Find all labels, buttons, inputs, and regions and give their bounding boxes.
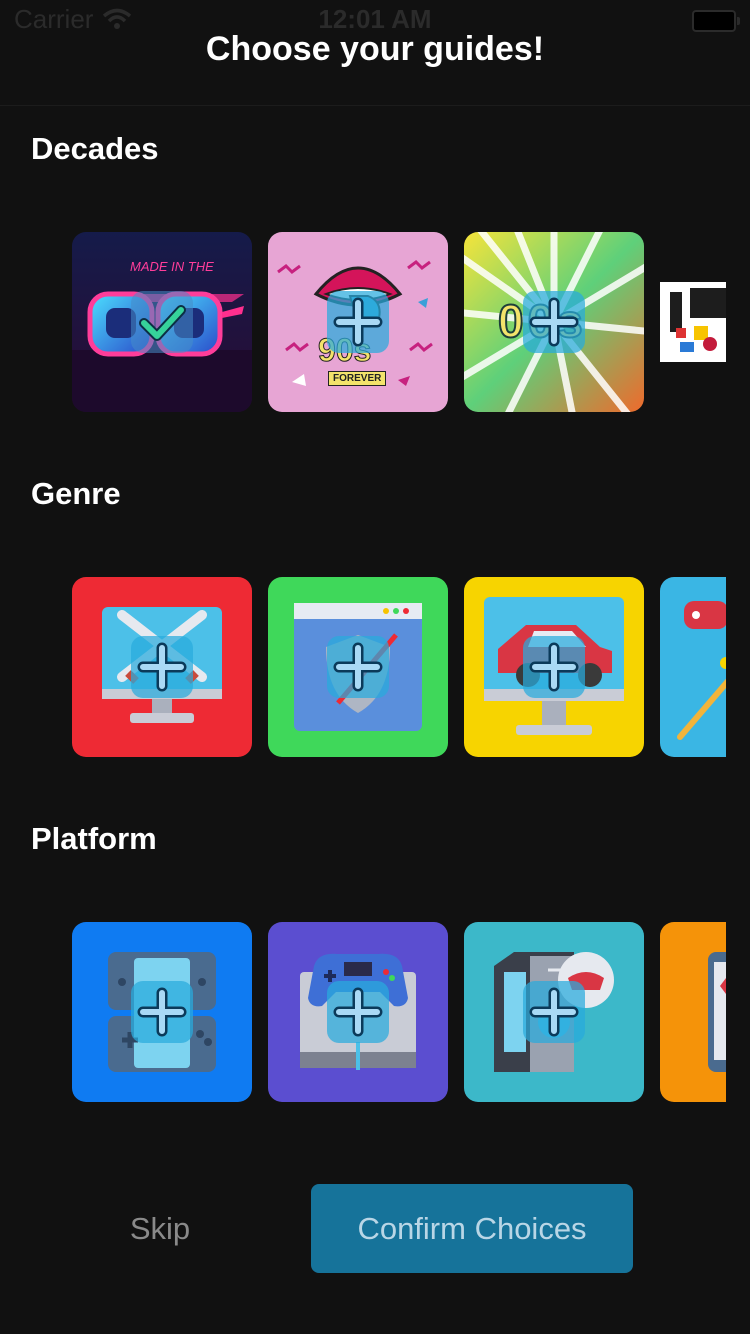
- header-divider: [0, 105, 750, 106]
- plus-icon: [529, 642, 579, 692]
- add-badge[interactable]: [523, 291, 585, 353]
- guide-card-racing[interactable]: [464, 577, 644, 757]
- plus-icon: [333, 642, 383, 692]
- 10s-artwork: [660, 282, 726, 362]
- battery-icon: [692, 10, 740, 32]
- plus-icon: [333, 987, 383, 1037]
- add-badge[interactable]: [327, 981, 389, 1043]
- guide-card-pc[interactable]: [464, 922, 644, 1102]
- decades-carousel[interactable]: MADE IN THE 90s FOREVER: [72, 232, 726, 412]
- guide-card-90s[interactable]: 90s FOREVER: [268, 232, 448, 412]
- section-title-platform: Platform: [31, 821, 157, 856]
- guide-card-00s[interactable]: 00s: [464, 232, 644, 412]
- skip-button[interactable]: Skip: [60, 1186, 260, 1272]
- selected-badge: [131, 291, 193, 353]
- made-in-the-label: MADE IN THE: [130, 259, 214, 274]
- add-badge[interactable]: [523, 981, 585, 1043]
- mobile-phone-icon: [708, 952, 726, 1072]
- platform-carousel[interactable]: [72, 922, 726, 1102]
- add-badge[interactable]: [131, 636, 193, 698]
- add-badge[interactable]: [523, 636, 585, 698]
- guide-card-80s[interactable]: MADE IN THE: [72, 232, 252, 412]
- plus-icon: [137, 987, 187, 1037]
- guide-card-console[interactable]: [268, 922, 448, 1102]
- section-title-decades: Decades: [31, 131, 159, 166]
- page-title: Choose your guides!: [205, 30, 545, 68]
- section-title-genre: Genre: [31, 476, 121, 511]
- add-badge[interactable]: [131, 981, 193, 1043]
- guide-card-handheld[interactable]: [72, 922, 252, 1102]
- guide-card-strategy[interactable]: [268, 577, 448, 757]
- guide-card-mobile[interactable]: [660, 922, 726, 1102]
- plus-icon: [529, 987, 579, 1037]
- confirm-choices-button[interactable]: Confirm Choices: [311, 1184, 633, 1273]
- genre-carousel[interactable]: [72, 577, 726, 757]
- checkmark-icon: [139, 305, 186, 341]
- guide-card-sports[interactable]: [660, 577, 726, 757]
- plus-icon: [137, 642, 187, 692]
- add-badge[interactable]: [327, 291, 389, 353]
- add-badge[interactable]: [327, 636, 389, 698]
- forever-label: FOREVER: [328, 371, 387, 386]
- sports-gamepad-icon: [677, 601, 726, 740]
- plus-icon: [529, 297, 579, 347]
- guide-card-10s[interactable]: [660, 282, 726, 362]
- guide-card-action[interactable]: [72, 577, 252, 757]
- plus-icon: [333, 297, 383, 347]
